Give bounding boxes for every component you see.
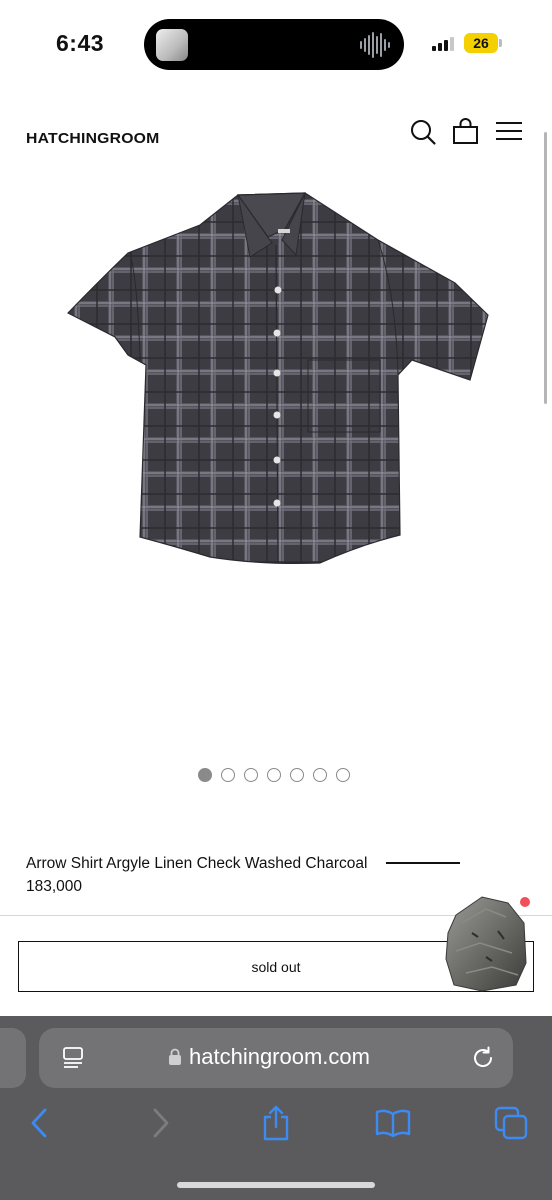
rock-icon[interactable]: [442, 893, 532, 993]
lock-icon: [169, 1048, 181, 1065]
shopping-bag-icon[interactable]: [451, 118, 481, 146]
battery-icon: [499, 39, 502, 47]
carousel-dot[interactable]: [313, 768, 327, 782]
decorative-line: [386, 862, 460, 864]
scroll-indicator[interactable]: [544, 132, 547, 404]
forward-icon: [153, 1108, 169, 1138]
search-icon[interactable]: [409, 118, 437, 146]
media-thumbnail: [156, 29, 188, 61]
reload-icon[interactable]: [470, 1045, 496, 1071]
carousel-dot[interactable]: [244, 768, 258, 782]
bookmarks-icon[interactable]: [375, 1108, 411, 1138]
reader-icon[interactable]: [62, 1046, 84, 1070]
home-indicator[interactable]: [177, 1182, 375, 1188]
cellular-signal-icon: [432, 36, 456, 51]
back-icon[interactable]: [28, 1106, 52, 1140]
product-image[interactable]: [60, 185, 500, 575]
dynamic-island[interactable]: [144, 19, 404, 70]
product-name: Arrow Shirt Argyle Linen Check Washed Ch…: [26, 855, 368, 872]
carousel-dot[interactable]: [221, 768, 235, 782]
carousel-dot[interactable]: [198, 768, 212, 782]
audio-waveform-icon: [360, 31, 390, 59]
site-logo[interactable]: HATCHINGROOM: [26, 130, 159, 147]
share-icon[interactable]: [260, 1104, 292, 1142]
notification-badge: [518, 895, 532, 909]
tabs-icon[interactable]: [494, 1106, 528, 1140]
carousel-dots: [198, 768, 350, 783]
product-price: 183,000: [26, 878, 83, 895]
url-text[interactable]: hatchingroom.com: [189, 1044, 370, 1070]
carousel-dot[interactable]: [267, 768, 281, 782]
site-header: HATCHINGROOM: [0, 110, 552, 160]
status-bar: 6:43 26: [0, 0, 552, 92]
carousel-dot[interactable]: [290, 768, 304, 782]
hamburger-menu-icon[interactable]: [495, 118, 523, 144]
status-time: 6:43: [56, 30, 105, 56]
battery-level: 26: [464, 33, 498, 53]
carousel-dot[interactable]: [336, 768, 350, 782]
previous-tab-preview[interactable]: [0, 1028, 26, 1088]
